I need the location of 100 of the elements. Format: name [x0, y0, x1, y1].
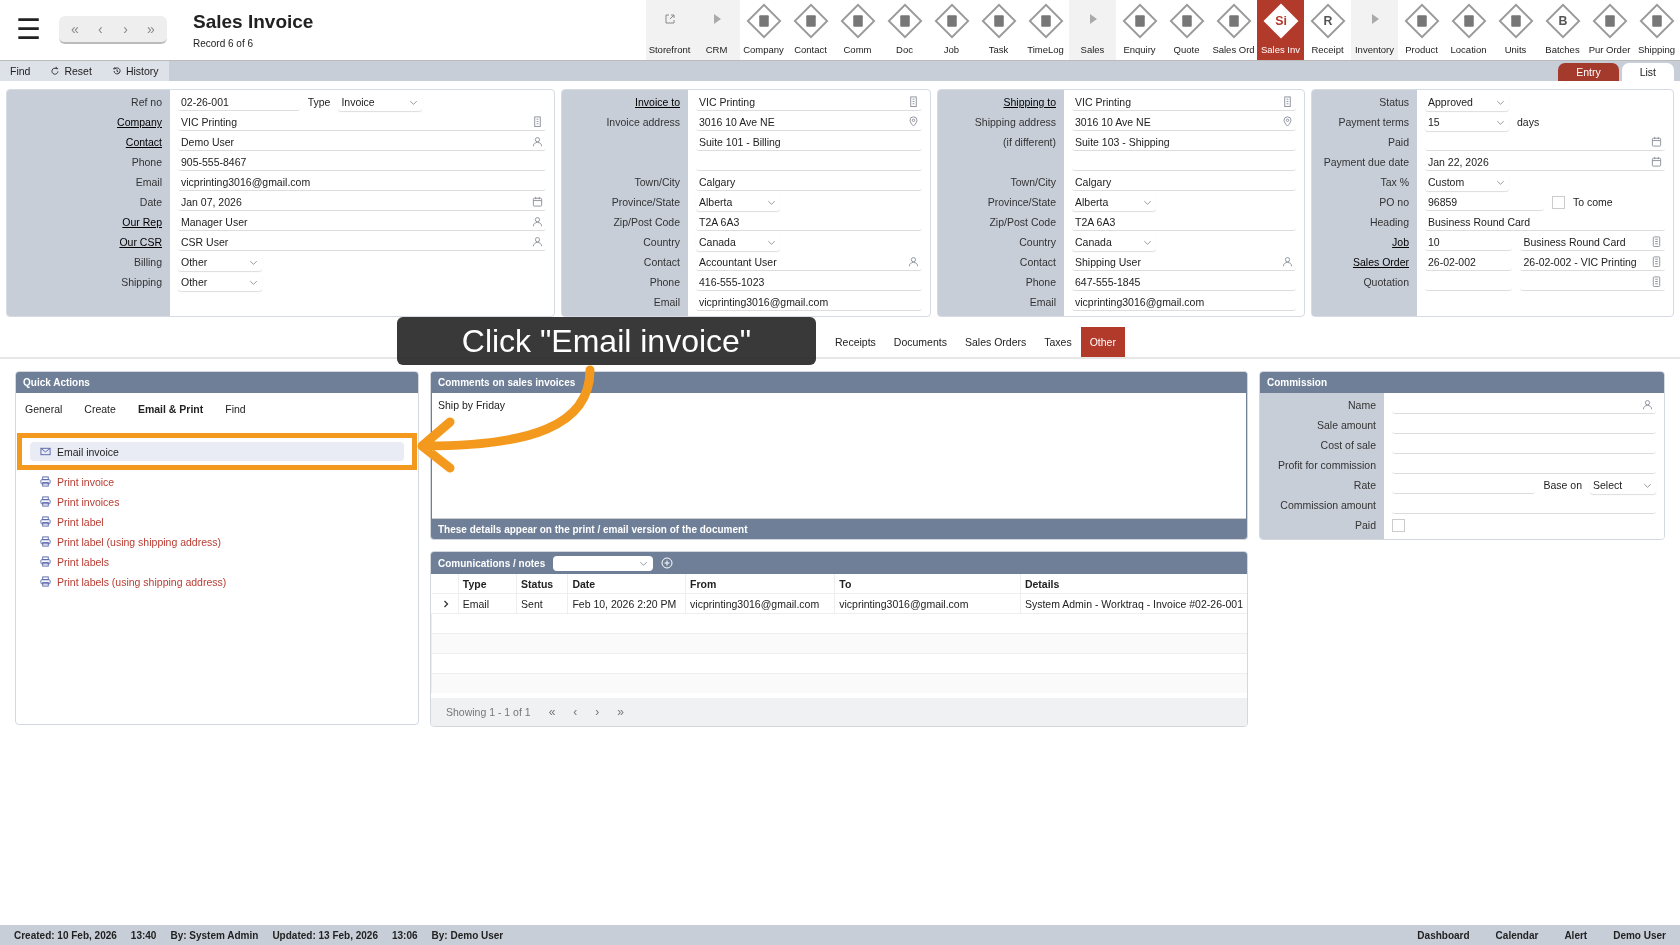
action-item[interactable]: Email invoice [30, 442, 404, 461]
dropdown[interactable]: Select [1590, 476, 1656, 494]
field-link[interactable]: Our CSR [119, 236, 162, 248]
input-field[interactable]: Calgary [696, 173, 922, 191]
input-field[interactable]: 10 [1425, 233, 1513, 251]
module-button[interactable]: Pur Order [1586, 0, 1633, 60]
view-tab[interactable]: List [1621, 63, 1674, 81]
footer-link[interactable]: Dashboard [1417, 929, 1470, 941]
module-button[interactable]: R Receipt [1304, 0, 1351, 60]
action-item[interactable]: Print label (using shipping address) [30, 533, 404, 550]
action-item[interactable]: Print labels [30, 553, 404, 570]
input-field[interactable]: vicprinting3016@gmail.com [1072, 293, 1296, 311]
input-field[interactable]: vicprinting3016@gmail.com [178, 173, 546, 191]
module-button[interactable]: Sales [1069, 0, 1116, 60]
pager-button[interactable]: › [595, 705, 600, 719]
input-field[interactable]: VIC Printing [696, 93, 922, 111]
comments-textarea[interactable]: Ship by Friday [432, 393, 1246, 519]
input-field[interactable] [1520, 273, 1665, 291]
field-link[interactable]: Our Rep [122, 216, 162, 228]
input-field[interactable]: Manager User [178, 213, 546, 231]
input-field[interactable]: Business Round Card [1425, 213, 1665, 231]
module-button[interactable]: Sales Ord [1210, 0, 1257, 60]
dropdown[interactable]: 15 [1425, 113, 1509, 131]
toolbar-button[interactable]: Reset [40, 61, 102, 81]
view-tab[interactable]: Entry [1558, 63, 1619, 81]
expand-icon[interactable] [441, 599, 450, 608]
action-tab[interactable]: Find [225, 403, 246, 415]
add-icon[interactable] [661, 557, 674, 569]
action-tab[interactable]: Email & Print [137, 403, 204, 415]
input-field[interactable]: Demo User [178, 133, 546, 151]
module-button[interactable]: Inventory [1351, 0, 1398, 60]
field-link[interactable]: Contact [125, 136, 162, 148]
input-field[interactable]: 26-02-002 [1425, 253, 1513, 271]
action-item[interactable]: Print invoice [30, 473, 404, 490]
dropdown[interactable]: Other [178, 253, 262, 271]
module-button[interactable]: Company [740, 0, 787, 60]
module-button[interactable]: Doc [881, 0, 928, 60]
dropdown[interactable]: Canada [1072, 233, 1156, 251]
pager-button[interactable]: « [548, 705, 556, 719]
module-button[interactable]: Comm [834, 0, 881, 60]
input-field[interactable]: vicprinting3016@gmail.com [696, 293, 922, 311]
input-field[interactable]: 416-555-1023 [696, 273, 922, 291]
input-field[interactable]: 02-26-001 [178, 93, 300, 111]
footer-link[interactable]: Demo User [1613, 929, 1666, 941]
module-button[interactable]: Job [928, 0, 975, 60]
dropdown[interactable]: Approved [1425, 93, 1509, 111]
input-field[interactable]: VIC Printing [1072, 93, 1296, 111]
dropdown[interactable]: Other [178, 273, 262, 291]
module-button[interactable]: Contact [787, 0, 834, 60]
field-link[interactable]: Company [117, 116, 162, 128]
dropdown[interactable]: Alberta [1072, 193, 1156, 211]
module-button[interactable]: Enquiry [1116, 0, 1163, 60]
field-link[interactable]: Shipping to [1003, 96, 1056, 108]
input-field[interactable]: Jan 07, 2026 [178, 193, 546, 211]
checkbox[interactable] [1392, 518, 1405, 532]
input-field[interactable]: CSR User [178, 233, 546, 251]
record-tab[interactable]: Receipts [826, 327, 885, 357]
record-tab[interactable]: Sales Orders [955, 327, 1036, 357]
checkbox[interactable] [1552, 195, 1565, 209]
input-field[interactable]: 96859 [1425, 193, 1544, 211]
module-button[interactable]: TimeLog [1022, 0, 1069, 60]
pager-button[interactable]: ‹ [573, 705, 578, 719]
input-field[interactable]: Shipping User [1072, 253, 1296, 271]
module-button[interactable]: Units [1492, 0, 1539, 60]
toolbar-button[interactable]: History [101, 61, 169, 81]
module-button[interactable]: Product [1398, 0, 1445, 60]
input-field[interactable]: Jan 22, 2026 [1425, 153, 1665, 171]
input-field[interactable]: 647-555-1845 [1072, 273, 1296, 291]
action-tab[interactable]: General [25, 403, 63, 415]
field-link[interactable]: Invoice to [635, 96, 680, 108]
module-button[interactable]: Task [975, 0, 1022, 60]
module-button[interactable]: Storefront [646, 0, 693, 60]
module-button[interactable]: Si Sales Inv [1257, 0, 1304, 60]
input-field[interactable]: Suite 103 - Shipping [1072, 133, 1296, 151]
module-button[interactable]: Location [1445, 0, 1492, 60]
action-item[interactable]: Print label [30, 513, 404, 530]
input-field[interactable]: Business Round Card [1520, 233, 1665, 251]
dropdown[interactable]: Canada [696, 233, 780, 251]
dropdown[interactable] [553, 555, 654, 571]
footer-link[interactable]: Alert [1564, 929, 1588, 941]
menu-button[interactable]: ☰ [16, 16, 41, 44]
dropdown[interactable]: Invoice [338, 93, 423, 111]
module-button[interactable]: Shipping [1633, 0, 1680, 60]
action-tab[interactable]: Create [84, 403, 116, 415]
input-field[interactable]: T2A 6A3 [1072, 213, 1296, 231]
input-field[interactable]: 905-555-8467 [178, 153, 546, 171]
input-field[interactable]: 3016 10 Ave NE [696, 113, 922, 131]
footer-link[interactable]: Calendar [1495, 929, 1539, 941]
field-link[interactable]: Job [1392, 236, 1409, 248]
input-field[interactable]: VIC Printing [178, 113, 546, 131]
input-field[interactable]: 3016 10 Ave NE [1072, 113, 1296, 131]
module-button[interactable]: Quote [1163, 0, 1210, 60]
dropdown[interactable]: Alberta [696, 193, 780, 211]
record-tab[interactable]: Documents [884, 327, 956, 357]
action-item[interactable]: Print invoices [30, 493, 404, 510]
toolbar-button[interactable]: Find [0, 61, 41, 81]
input-field[interactable]: Suite 101 - Billing [696, 133, 922, 151]
record-tab[interactable]: Taxes [1035, 327, 1081, 357]
input-field[interactable]: 26-02-002 - VIC Printing [1520, 253, 1665, 271]
module-button[interactable]: CRM [693, 0, 740, 60]
